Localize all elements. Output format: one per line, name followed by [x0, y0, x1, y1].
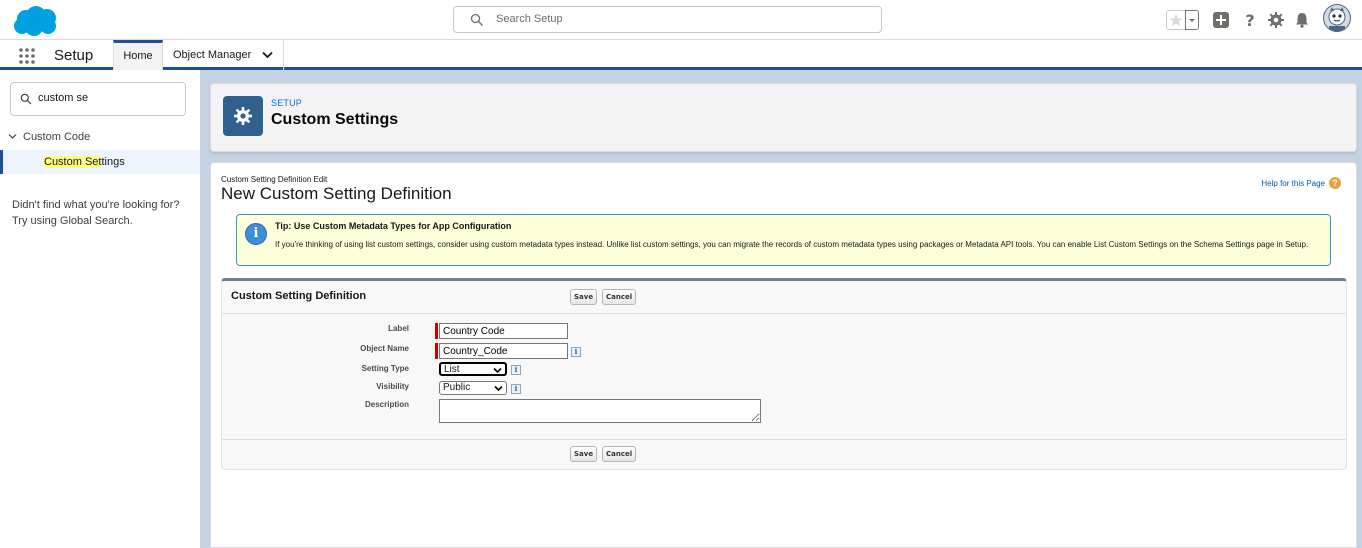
- astro-avatar-icon: [1324, 5, 1350, 32]
- object-name-field-label: Object Name: [360, 344, 409, 353]
- gear-icon: [234, 107, 252, 125]
- section-header: Custom Setting Definition Save Cancel: [222, 281, 1346, 314]
- svg-text:?: ?: [1245, 11, 1254, 29]
- setting-type-select[interactable]: List: [439, 362, 507, 376]
- search-match-highlight: Custom Set: [44, 156, 102, 168]
- search-placeholder: Search Setup: [496, 13, 563, 25]
- quick-find-input[interactable]: custom se: [10, 82, 186, 116]
- breadcrumb[interactable]: SETUP: [271, 98, 302, 108]
- chevron-down-icon: [493, 367, 502, 374]
- sidebar-item-custom-settings[interactable]: Custom Settings: [0, 150, 200, 174]
- favorites-list-button[interactable]: [1185, 10, 1199, 30]
- caret-down-icon: [1189, 19, 1195, 22]
- save-button-bottom[interactable]: Save: [570, 446, 598, 462]
- tab-home[interactable]: Home: [113, 40, 163, 70]
- chevron-down-icon: [494, 385, 503, 392]
- favorites-button[interactable]: [1166, 10, 1186, 30]
- salesforce-logo[interactable]: [12, 5, 60, 37]
- tip-title: Tip: Use Custom Metadata Types for App C…: [275, 221, 512, 231]
- tree-group-custom-code[interactable]: Custom Code: [8, 131, 90, 143]
- setting-type-field-label: Setting Type: [361, 364, 409, 373]
- section-title: Custom Setting Definition: [231, 290, 367, 302]
- visibility-field-label: Visibility: [376, 382, 409, 391]
- page-title: Custom Settings: [271, 111, 399, 128]
- visibility-select[interactable]: Public: [439, 381, 507, 395]
- visibility-info-icon[interactable]: i: [511, 384, 521, 394]
- required-indicator: [435, 323, 438, 339]
- global-actions-add-icon[interactable]: [1212, 11, 1230, 29]
- user-avatar[interactable]: [1323, 4, 1351, 32]
- main-content-card: Custom Setting Definition Edit New Custo…: [210, 162, 1357, 548]
- global-header: Search Setup ?: [0, 0, 1362, 40]
- section-footer: Save Cancel: [222, 439, 1346, 469]
- required-indicator: [435, 343, 438, 359]
- global-search-input[interactable]: Search Setup: [453, 6, 882, 33]
- visibility-value: Public: [443, 382, 471, 393]
- setup-sidebar: custom se Custom Code Custom Settings Di…: [0, 70, 200, 548]
- tree-group-label: Custom Code: [23, 131, 91, 143]
- help-icon[interactable]: ?: [1241, 11, 1259, 29]
- setting-type-value: List: [444, 364, 460, 375]
- chevron-down-icon: [8, 134, 17, 139]
- app-launcher-icon[interactable]: [18, 47, 36, 65]
- page-heading: New Custom Setting Definition: [221, 184, 452, 203]
- description-textarea[interactable]: [439, 399, 761, 423]
- tip-body: If you're thinking of using list custom …: [275, 240, 1309, 249]
- search-icon: [470, 13, 483, 26]
- object-name-info-icon[interactable]: i: [571, 347, 581, 357]
- info-icon: i: [245, 223, 267, 245]
- cancel-button-top[interactable]: Cancel: [602, 289, 637, 305]
- save-button-top[interactable]: Save: [570, 289, 598, 305]
- notifications-bell-icon[interactable]: [1293, 11, 1311, 29]
- sidebar-item-label: Custom Settings: [44, 156, 125, 168]
- tip-message-box: i Tip: Use Custom Metadata Types for App…: [236, 214, 1331, 266]
- description-field-label: Description: [364, 400, 409, 409]
- sidebar-item-label-rest: tings: [101, 156, 125, 168]
- custom-setting-definition-section: Custom Setting Definition Save Cancel La…: [221, 278, 1347, 470]
- cancel-button-bottom[interactable]: Cancel: [602, 446, 637, 462]
- setup-gear-tile: [223, 96, 263, 136]
- app-name: Setup: [54, 47, 94, 64]
- favorites-control[interactable]: [1166, 10, 1200, 30]
- tab-object-manager-label: Object Manager: [173, 49, 252, 61]
- tab-object-manager[interactable]: Object Manager: [164, 40, 284, 70]
- app-navigation-bar: Setup Home Object Manager: [0, 40, 1362, 70]
- chevron-down-icon[interactable]: [262, 51, 273, 59]
- setup-gear-icon[interactable]: [1267, 11, 1285, 29]
- not-found-message: Didn't find what you're looking for? Try…: [12, 199, 180, 227]
- setup-page-header: SETUP Custom Settings: [210, 83, 1357, 152]
- help-question-icon[interactable]: ?: [1329, 177, 1341, 189]
- label-field-label: Label: [388, 324, 409, 333]
- setting-type-info-icon[interactable]: i: [511, 365, 521, 375]
- object-name-input[interactable]: [439, 343, 568, 359]
- star-icon: [1169, 14, 1183, 26]
- quick-find-value: custom se: [38, 92, 89, 104]
- help-for-this-page-link[interactable]: Help for this Page: [1261, 179, 1325, 188]
- page-subtitle: Custom Setting Definition Edit: [221, 175, 328, 184]
- label-input[interactable]: [439, 323, 568, 339]
- search-icon: [20, 93, 32, 105]
